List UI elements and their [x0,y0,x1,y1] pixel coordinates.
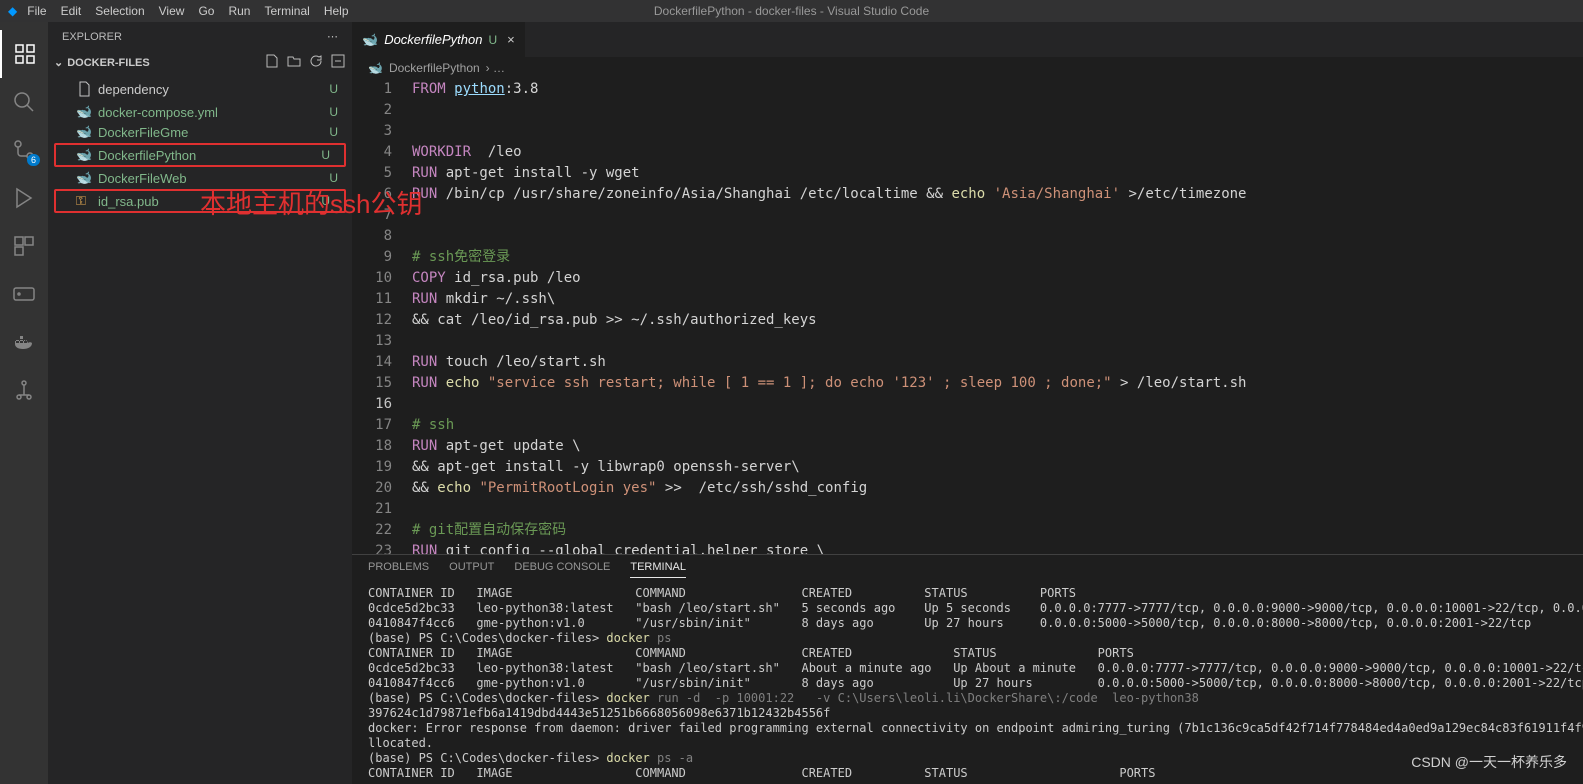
vscode-logo-icon: ◆ [8,4,17,18]
panel-tab-output[interactable]: OUTPUT [449,561,494,578]
docker-icon[interactable] [0,318,48,366]
debug-icon[interactable] [0,174,48,222]
folder-name: DOCKER-FILES [67,57,150,69]
code-area[interactable]: 1234567891011121314151617181920212223 FR… [352,79,1583,554]
file-name: DockerfilePython [98,148,321,163]
tab-bar: 🐋 DockerfilePython U × [352,22,1583,57]
search-icon[interactable] [0,78,48,126]
file-item-dependency[interactable]: dependencyU [48,76,352,102]
chevron-down-icon: ⌄ [54,56,63,69]
docker-icon: 🐋 [76,104,92,120]
tab-label: DockerfilePython [384,32,482,47]
line-gutter: 1234567891011121314151617181920212223 [352,79,412,554]
explorer-icon[interactable] [0,30,48,78]
extensions-icon[interactable] [0,222,48,270]
file-status: U [329,105,338,119]
file-status: U [321,148,330,162]
file-name: docker-compose.yml [98,105,329,120]
file-name: dependency [98,82,329,97]
code-content[interactable]: FROM python:3.8 WORKDIR /leoRUN apt-get … [412,79,1583,554]
file-item-dockerfilepython[interactable]: 🐋 DockerfilePythonU [54,143,346,167]
breadcrumb-sep: › … [486,61,505,75]
tree-icon[interactable] [0,366,48,414]
explorer-more-icon[interactable]: ⋯ [327,30,338,43]
breadcrumb-file: DockerfilePython [389,61,480,75]
menu-file[interactable]: File [27,4,46,18]
window-title: DockerfilePython - docker-files - Visual… [654,4,929,18]
sidebar: EXPLORER ⋯ ⌄DOCKER-FILES dependencyU🐋doc… [48,22,352,784]
explorer-title: EXPLORER [62,31,122,43]
new-folder-icon[interactable] [286,53,302,72]
menu-view[interactable]: View [159,4,185,18]
docker-icon: 🐋 [76,147,92,163]
panel-tab-terminal[interactable]: TERMINAL [630,561,686,578]
terminal-output[interactable]: CONTAINER ID IMAGE COMMAND CREATED STATU… [352,584,1583,784]
docker-file-icon: 🐋 [368,61,383,75]
collapse-icon[interactable] [330,53,346,72]
panel-tabs: PROBLEMS OUTPUT DEBUG CONSOLE TERMINAL [352,555,1583,584]
file-status: U [329,171,338,185]
panel-tab-debug-console[interactable]: DEBUG CONSOLE [514,561,610,578]
remote-icon[interactable] [0,270,48,318]
menu-terminal[interactable]: Terminal [264,4,309,18]
menu-edit[interactable]: Edit [61,4,82,18]
watermark: CSDN @一天一杯养乐多 [1411,752,1567,772]
docker-icon: 🐋 [76,170,92,186]
menu-run[interactable]: Run [228,4,250,18]
scm-icon[interactable]: 6 [0,126,48,174]
new-file-icon[interactable] [264,53,280,72]
menu-selection[interactable]: Selection [95,4,144,18]
panel-tab-problems[interactable]: PROBLEMS [368,561,429,578]
breadcrumb[interactable]: 🐋 DockerfilePython › … [352,57,1583,79]
bottom-panel: PROBLEMS OUTPUT DEBUG CONSOLE TERMINAL CONT… [352,554,1583,784]
file-icon [76,78,92,100]
menu-go[interactable]: Go [198,4,214,18]
menu-help[interactable]: Help [324,4,349,18]
file-name: DockerFileGme [98,125,329,140]
annotation-text: 本地主机的ssh公钥 [200,184,422,221]
key-icon: ⚿ [76,193,92,209]
file-item-docker-compose.yml[interactable]: 🐋 docker-compose.ymlU [48,102,352,122]
docker-file-icon: 🐋 [362,32,378,48]
menu-bar: ◆ File Edit Selection View Go Run Terminal Help… [0,0,1583,22]
file-status: U [329,125,338,139]
editor-area: 🐋 DockerfilePython U × 🐋 DockerfilePytho… [352,22,1583,784]
file-item-dockerfilegme[interactable]: 🐋 DockerFileGmeU [48,122,352,142]
scm-badge: 6 [27,154,40,166]
file-status: U [329,82,338,96]
tab-modified: U [488,33,497,47]
docker-icon: 🐋 [76,124,92,140]
tab-dockerfilepython[interactable]: 🐋 DockerfilePython U × [352,22,526,57]
refresh-icon[interactable] [308,53,324,72]
close-icon[interactable]: × [507,32,515,47]
activity-bar: 6 [0,22,48,784]
folder-header[interactable]: ⌄ DOCKER-FILES [48,51,352,74]
